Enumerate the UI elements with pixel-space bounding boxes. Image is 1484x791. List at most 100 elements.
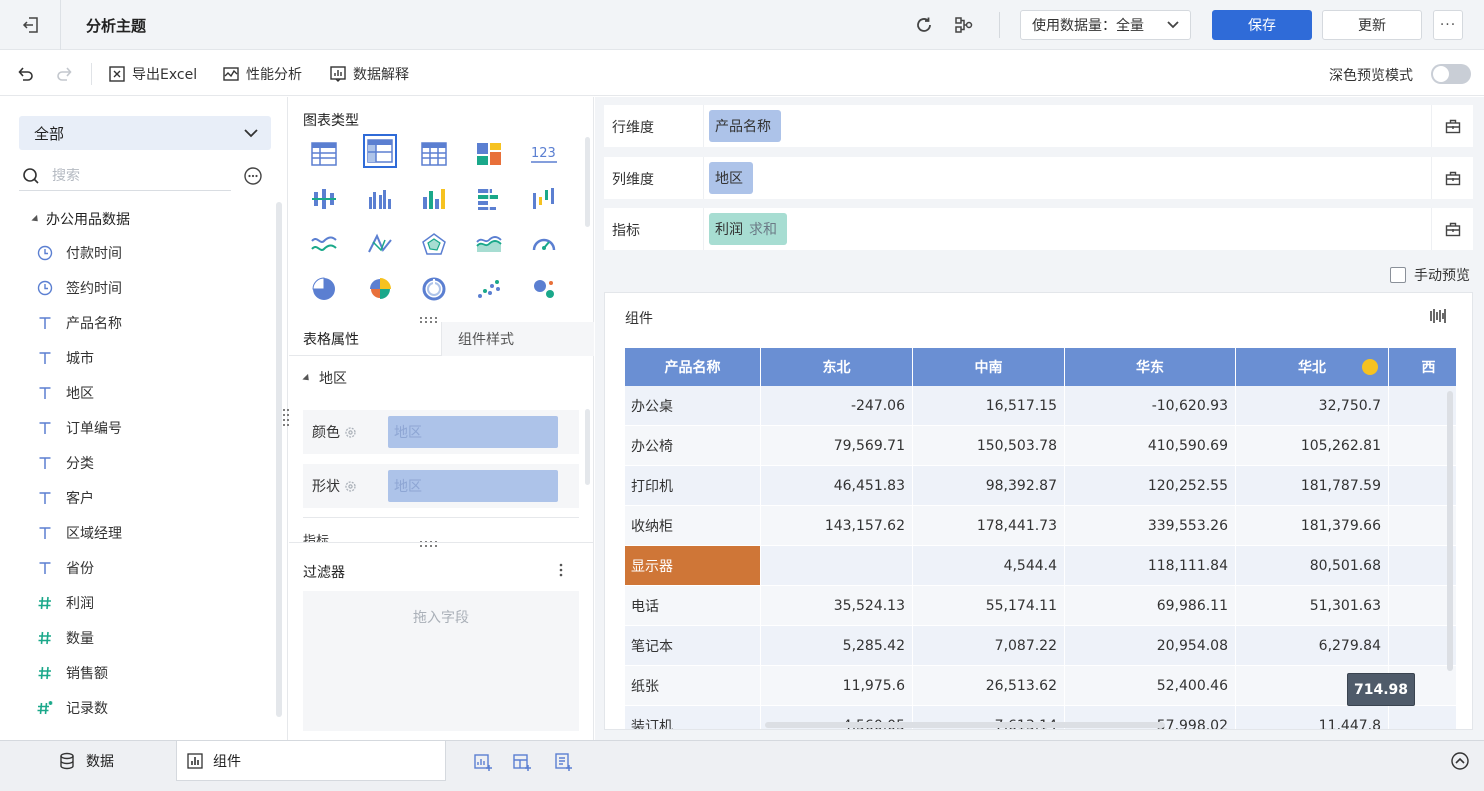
table-cell[interactable]: 35,524.13 (761, 586, 913, 626)
table-cell[interactable] (1389, 466, 1456, 506)
redo-icon[interactable] (55, 63, 75, 83)
table-header-cell[interactable]: 华北 (1236, 348, 1389, 386)
field-item[interactable]: 城市 (36, 340, 266, 375)
radar-line-icon[interactable] (363, 227, 397, 261)
add-dashboard-icon[interactable] (511, 751, 533, 773)
table-cell[interactable]: -10,620.93 (1065, 386, 1236, 426)
table-cell[interactable]: 20,954.08 (1065, 626, 1236, 666)
toolbox-icon[interactable] (1431, 157, 1473, 199)
donut-chart-icon[interactable] (417, 272, 451, 306)
exit-icon[interactable] (14, 12, 48, 38)
scope-select[interactable]: 全部 (19, 116, 271, 150)
table-cell[interactable]: 52,400.46 (1065, 666, 1236, 706)
table-cell[interactable]: 120,252.55 (1065, 466, 1236, 506)
table-cell[interactable]: 7,087.22 (913, 626, 1065, 666)
detail-table-icon[interactable] (307, 137, 341, 171)
metric-drop[interactable]: 利润 求和 (703, 208, 1431, 250)
row-dimension-chip[interactable]: 产品名称 (709, 110, 781, 142)
table-cell[interactable]: 51,301.63 (1236, 586, 1389, 626)
rose-chart-icon[interactable] (363, 272, 397, 306)
update-button[interactable]: 更新 (1322, 10, 1422, 40)
table-cell[interactable]: 11,447.8 (1236, 706, 1389, 729)
field-item[interactable]: 省份 (36, 550, 266, 585)
number-card-icon[interactable]: 123 (527, 137, 561, 171)
row-header-cell[interactable]: 打印机 (625, 466, 761, 506)
row-header-cell[interactable]: 收纳柜 (625, 506, 761, 546)
table-cell[interactable]: -247.06 (761, 386, 913, 426)
row-header-cell[interactable]: 装订机 (625, 706, 761, 729)
lineage-icon[interactable] (952, 13, 976, 37)
field-item[interactable]: 签约时间 (36, 270, 266, 305)
field-item[interactable]: 销售额 (36, 655, 266, 690)
table-cell[interactable]: 5,285.42 (761, 626, 913, 666)
table-cell[interactable] (1389, 706, 1456, 729)
field-item[interactable]: 付款时间 (36, 235, 266, 270)
field-item[interactable]: 客户 (36, 480, 266, 515)
table-cell[interactable]: 79,569.71 (761, 426, 913, 466)
table-cell[interactable]: 69,986.11 (1065, 586, 1236, 626)
save-button[interactable]: 保存 (1212, 10, 1312, 40)
perf-analysis-button[interactable]: 性能分析 (222, 63, 302, 85)
add-report-icon[interactable] (552, 751, 574, 773)
add-component-icon[interactable] (472, 751, 494, 773)
more-options-icon[interactable] (243, 166, 263, 186)
gauge-icon[interactable] (527, 227, 561, 261)
dataset-node[interactable]: 办公用品数据 (31, 209, 130, 229)
panel-resize-handle-icon[interactable] (282, 408, 290, 428)
manual-preview-checkbox[interactable] (1390, 267, 1406, 283)
horizontal-bar-icon[interactable] (472, 182, 506, 216)
grouped-bar-icon[interactable] (363, 182, 397, 216)
data-explain-button[interactable]: 数据解释 (329, 63, 409, 85)
table-cell[interactable]: 118,111.84 (1065, 546, 1236, 586)
row-header-cell[interactable]: 显示器 (625, 546, 761, 586)
table-header-cell[interactable]: 西 (1389, 348, 1456, 386)
table-cell[interactable] (761, 546, 913, 586)
radar-chart-icon[interactable] (417, 227, 451, 261)
field-item[interactable]: 产品名称 (36, 305, 266, 340)
filter-drop-zone[interactable]: 拖入字段 (303, 591, 579, 731)
more-button[interactable]: ··· (1433, 10, 1463, 40)
color-field-slot[interactable]: 地区 (388, 416, 558, 448)
row-header-cell[interactable]: 纸张 (625, 666, 761, 706)
toolbox-icon[interactable] (1431, 208, 1473, 250)
column-dimension-chip[interactable]: 地区 (709, 162, 753, 194)
table-cell[interactable] (1389, 386, 1456, 426)
row-header-cell[interactable]: 办公桌 (625, 386, 761, 426)
field-item[interactable]: 订单编号 (36, 410, 266, 445)
table-cell[interactable]: 98,392.87 (913, 466, 1065, 506)
row-header-cell[interactable]: 办公椅 (625, 426, 761, 466)
vertical-scrollbar[interactable] (1447, 391, 1453, 671)
scrollbar[interactable] (585, 137, 590, 227)
table-header-cell[interactable]: 华东 (1065, 348, 1236, 386)
cross-table-icon[interactable] (417, 137, 451, 171)
table-header-cell[interactable]: 产品名称 (625, 348, 761, 386)
vertical-more-icon[interactable] (559, 563, 563, 581)
table-cell[interactable]: 26,513.62 (913, 666, 1065, 706)
row-header-cell[interactable]: 电话 (625, 586, 761, 626)
bubble-chart-icon[interactable] (527, 272, 561, 306)
field-item[interactable]: 分类 (36, 445, 266, 480)
kpi-card-icon[interactable] (472, 137, 506, 171)
field-item[interactable]: 数量 (36, 620, 266, 655)
field-item[interactable]: 地区 (36, 375, 266, 410)
table-cell[interactable]: 339,553.26 (1065, 506, 1236, 546)
table-header-cell[interactable]: 东北 (761, 348, 913, 386)
table-cell[interactable]: 181,379.66 (1236, 506, 1389, 546)
table-cell[interactable]: 181,787.59 (1236, 466, 1389, 506)
field-item[interactable]: 区域经理 (36, 515, 266, 550)
shape-field-slot[interactable]: 地区 (388, 470, 558, 502)
dark-preview-toggle[interactable] (1431, 64, 1471, 84)
table-cell[interactable]: 11,975.6 (761, 666, 913, 706)
tab-widget-style[interactable]: 组件样式 (441, 322, 594, 356)
table-cell[interactable]: 150,503.78 (913, 426, 1065, 466)
table-cell[interactable] (1389, 426, 1456, 466)
table-cell[interactable] (1389, 506, 1456, 546)
region-section[interactable]: 地区 (302, 368, 347, 388)
scatter-icon[interactable] (472, 272, 506, 306)
scrollbar[interactable] (276, 202, 282, 717)
table-cell[interactable]: 32,750.7 (1236, 386, 1389, 426)
settings-gear-icon[interactable] (344, 426, 357, 439)
column-dimension-drop[interactable]: 地区 (703, 157, 1431, 199)
settings-gear-icon[interactable] (344, 480, 357, 493)
data-amount-select[interactable]: 使用数据量：全量 (1020, 10, 1191, 40)
